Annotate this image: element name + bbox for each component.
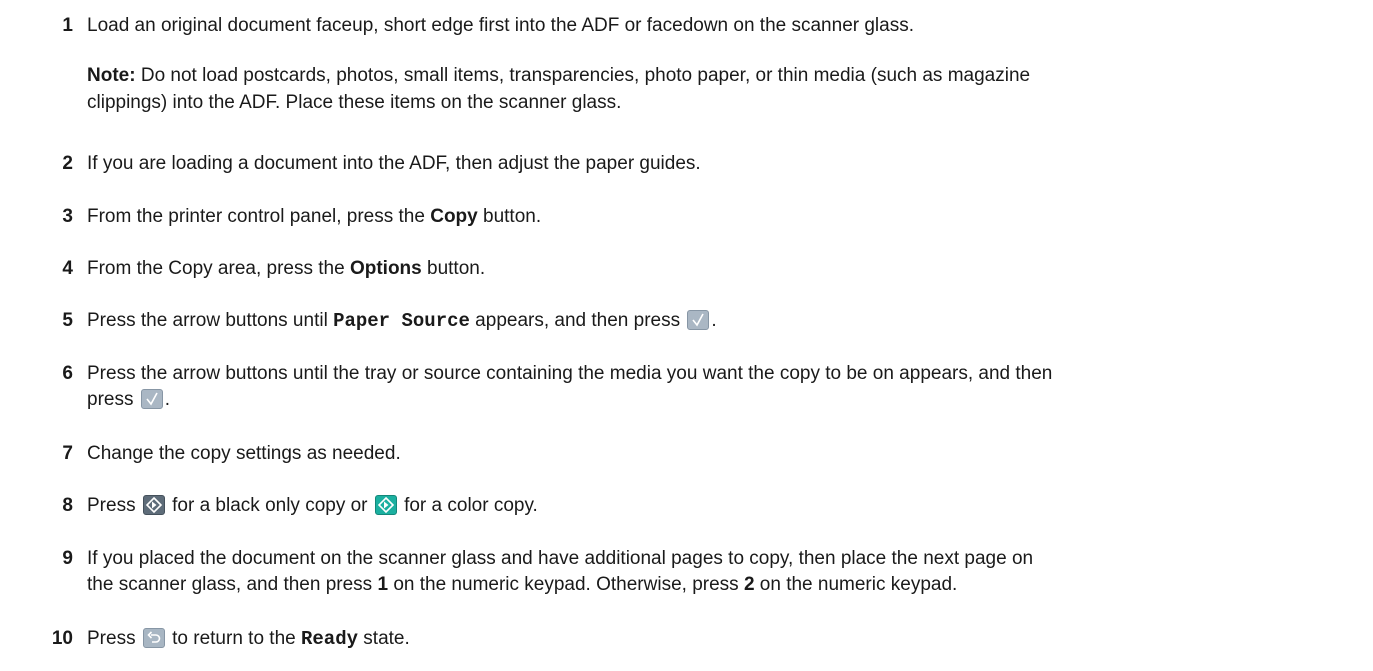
note-text-line-1: Do not load postcards, photos, small ite…	[135, 65, 1031, 86]
step-text: Press	[87, 628, 141, 649]
step-number: 10	[51, 628, 73, 649]
step-text: on the numeric keypad.	[754, 574, 958, 595]
black-start-button-icon	[142, 495, 165, 515]
step-number: 5	[62, 310, 73, 331]
step-number: 7	[62, 443, 73, 464]
step-text: Change the copy settings as needed.	[87, 443, 401, 464]
keypad-key-2: 2	[743, 574, 755, 595]
step-text: From the printer control panel, press th…	[87, 206, 431, 227]
step-number: 1	[62, 15, 73, 36]
step-number: 4	[62, 258, 73, 279]
step-text: button.	[477, 206, 542, 227]
step-text: button.	[421, 258, 486, 279]
step-text: Load an original document faceup, short …	[87, 15, 915, 36]
step-text: Press	[87, 495, 141, 516]
copy-button-label: Copy	[430, 206, 478, 227]
ready-state-label: Ready	[301, 628, 359, 650]
step-text-line-1: Press the arrow buttons until the tray o…	[87, 363, 1053, 384]
step-text: Press the arrow buttons until	[87, 310, 334, 331]
checkmark-button-icon	[687, 310, 710, 330]
back-button-icon	[142, 628, 165, 648]
keypad-key-1: 1	[377, 574, 389, 595]
step-text: press	[87, 389, 139, 410]
note-text-line-2: clippings) into the ADF. Place these ite…	[87, 92, 622, 113]
step-text: for a black only copy or	[166, 495, 373, 516]
color-start-button-icon	[374, 495, 397, 515]
step-text: on the numeric keypad. Otherwise, press	[388, 574, 744, 595]
options-button-label: Options	[349, 258, 422, 279]
checkmark-button-icon	[140, 389, 163, 409]
step-text-line-1: If you placed the document on the scanne…	[87, 548, 1034, 569]
step-text: to return to the	[166, 628, 301, 649]
paper-source-menu-item: Paper Source	[333, 310, 470, 332]
step-number: 8	[62, 495, 73, 516]
note-label: Note:	[87, 65, 136, 86]
step-text: appears, and then press	[469, 310, 686, 331]
step-text: the scanner glass, and then press	[87, 574, 378, 595]
step-number: 6	[62, 363, 73, 384]
step-number: 3	[62, 206, 73, 227]
step-number: 2	[62, 153, 73, 174]
step-text: state.	[358, 628, 410, 649]
step-text: From the Copy area, press the	[87, 258, 350, 279]
step-text: for a color copy.	[398, 495, 538, 516]
step-number: 9	[62, 548, 73, 569]
step-text: If you are loading a document into the A…	[87, 153, 701, 174]
